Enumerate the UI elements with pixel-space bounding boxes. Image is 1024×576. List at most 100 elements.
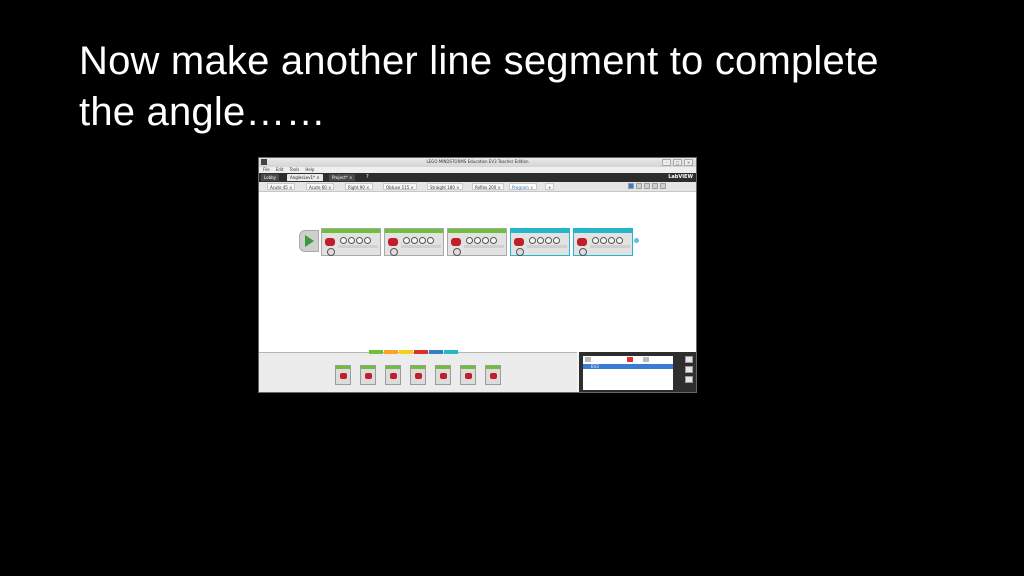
palette-block-icon (365, 373, 372, 379)
palette-category-tab[interactable] (369, 350, 383, 354)
brake-dial-icon[interactable] (616, 237, 623, 244)
palette-block[interactable] (435, 365, 451, 385)
move-tank-block[interactable] (447, 228, 507, 256)
tab-obtuse-115[interactable]: Obtuse 115 × (383, 183, 417, 190)
steering-dial-icon[interactable] (411, 237, 418, 244)
palette-block-icon (490, 373, 497, 379)
start-block[interactable] (299, 230, 319, 252)
window-controls: – □ × (662, 159, 693, 166)
brake-dial-icon[interactable] (553, 237, 560, 244)
brake-dial-icon[interactable] (490, 237, 497, 244)
power-dial-icon[interactable] (592, 237, 599, 244)
canvas-toolbar (628, 183, 666, 189)
slide-title: Now make another line segment to complet… (79, 36, 979, 138)
power-dial-icon[interactable] (529, 237, 536, 244)
brake-dial-icon[interactable] (364, 237, 371, 244)
degrees-dial-icon[interactable] (419, 237, 426, 244)
palette-category-tab[interactable] (414, 350, 428, 354)
download-icon[interactable] (685, 366, 693, 373)
minimize-button[interactable]: – (662, 159, 671, 166)
palette-block-header (461, 366, 475, 369)
comment-tool-icon[interactable] (644, 183, 650, 189)
mode-selector-icon[interactable] (516, 248, 524, 256)
tab-lobby[interactable]: Lobby (261, 174, 280, 181)
motor-icon (514, 238, 524, 246)
tab-right-90[interactable]: Right 90 × (345, 183, 373, 190)
mode-selector-icon[interactable] (453, 248, 461, 256)
palette-block-header (361, 366, 375, 369)
download-run-icon[interactable] (685, 376, 693, 383)
palette-block[interactable] (385, 365, 401, 385)
zoom-out-icon[interactable] (652, 183, 658, 189)
palette-block-header (386, 366, 400, 369)
palette-block[interactable] (410, 365, 426, 385)
tab-program[interactable]: Program × (509, 183, 537, 190)
mode-selector-icon[interactable] (327, 248, 335, 256)
motor-icon (577, 238, 587, 246)
degrees-dial-icon[interactable] (608, 237, 615, 244)
palette-block[interactable] (485, 365, 501, 385)
degrees-dial-icon[interactable] (356, 237, 363, 244)
project-tabs: Lobby AnglesLev1* × Project* × ? LabVIEW (259, 173, 696, 182)
play-icon (305, 235, 314, 247)
tab-angleslev1[interactable]: AnglesLev1* × (287, 174, 323, 181)
port-view-tab-icon[interactable] (627, 357, 633, 362)
tab-project[interactable]: Project* × (329, 174, 356, 181)
block-port-header (322, 229, 380, 233)
mode-selector-icon[interactable] (579, 248, 587, 256)
palette-category-tab[interactable] (429, 350, 443, 354)
palette-block-icon (465, 373, 472, 379)
power-dial-icon[interactable] (466, 237, 473, 244)
brick-row[interactable]: EV3 (583, 364, 673, 369)
tab-acute-60[interactable]: Acute 60 × (306, 183, 335, 190)
tab-reflex-200[interactable]: Reflex 200 × (472, 183, 504, 190)
palette-block[interactable] (460, 365, 476, 385)
available-bricks-tab-icon[interactable] (643, 357, 649, 362)
palette-category-tab[interactable] (399, 350, 413, 354)
degrees-dial-icon[interactable] (482, 237, 489, 244)
select-tool-icon[interactable] (628, 183, 634, 189)
block-port-header (385, 229, 443, 233)
move-tank-block[interactable] (384, 228, 444, 256)
palette-category-tab[interactable] (384, 350, 398, 354)
palette-category-tab[interactable] (444, 350, 458, 354)
block-params-bar (401, 245, 441, 248)
mode-selector-icon[interactable] (390, 248, 398, 256)
palette-block[interactable] (335, 365, 351, 385)
motor-icon (388, 238, 398, 246)
maximize-button[interactable]: □ (673, 159, 682, 166)
programming-canvas[interactable] (259, 192, 696, 352)
pan-tool-icon[interactable] (636, 183, 642, 189)
ev3-software-screenshot: LEGO MINDSTORMS Education EV3 Teacher Ed… (258, 157, 697, 393)
steering-dial-icon[interactable] (474, 237, 481, 244)
move-tank-block[interactable] (573, 228, 633, 256)
brick-tab-icon[interactable] (585, 357, 591, 362)
palette-block-header (336, 366, 350, 369)
power-dial-icon[interactable] (340, 237, 347, 244)
upload-icon[interactable] (685, 356, 693, 363)
tab-straight-180[interactable]: Straight 180 × (427, 183, 463, 190)
degrees-dial-icon[interactable] (545, 237, 552, 244)
power-dial-icon[interactable] (403, 237, 410, 244)
brake-dial-icon[interactable] (427, 237, 434, 244)
close-button[interactable]: × (684, 159, 693, 166)
block-params-bar (464, 245, 504, 248)
move-tank-block[interactable] (321, 228, 381, 256)
move-tank-block[interactable] (510, 228, 570, 256)
palette-block[interactable] (360, 365, 376, 385)
slide-title-line-1: Now make another line segment to complet… (79, 39, 879, 83)
sequence-wire-end-icon[interactable] (634, 238, 639, 243)
tab-acute-45[interactable]: Acute 45 × (267, 183, 296, 190)
steering-dial-icon[interactable] (537, 237, 544, 244)
steering-dial-icon[interactable] (600, 237, 607, 244)
block-port-header (448, 229, 506, 233)
add-program-button[interactable]: + (545, 183, 555, 190)
slide-title-line-2: the angle…… (79, 90, 326, 134)
help-icon[interactable]: ? (366, 174, 369, 181)
zoom-in-icon[interactable] (660, 183, 666, 189)
steering-dial-icon[interactable] (348, 237, 355, 244)
brick-info-panel: EV3 (583, 356, 673, 390)
motor-icon (325, 238, 335, 246)
palette-block-icon (415, 373, 422, 379)
palette-categories (369, 350, 458, 354)
